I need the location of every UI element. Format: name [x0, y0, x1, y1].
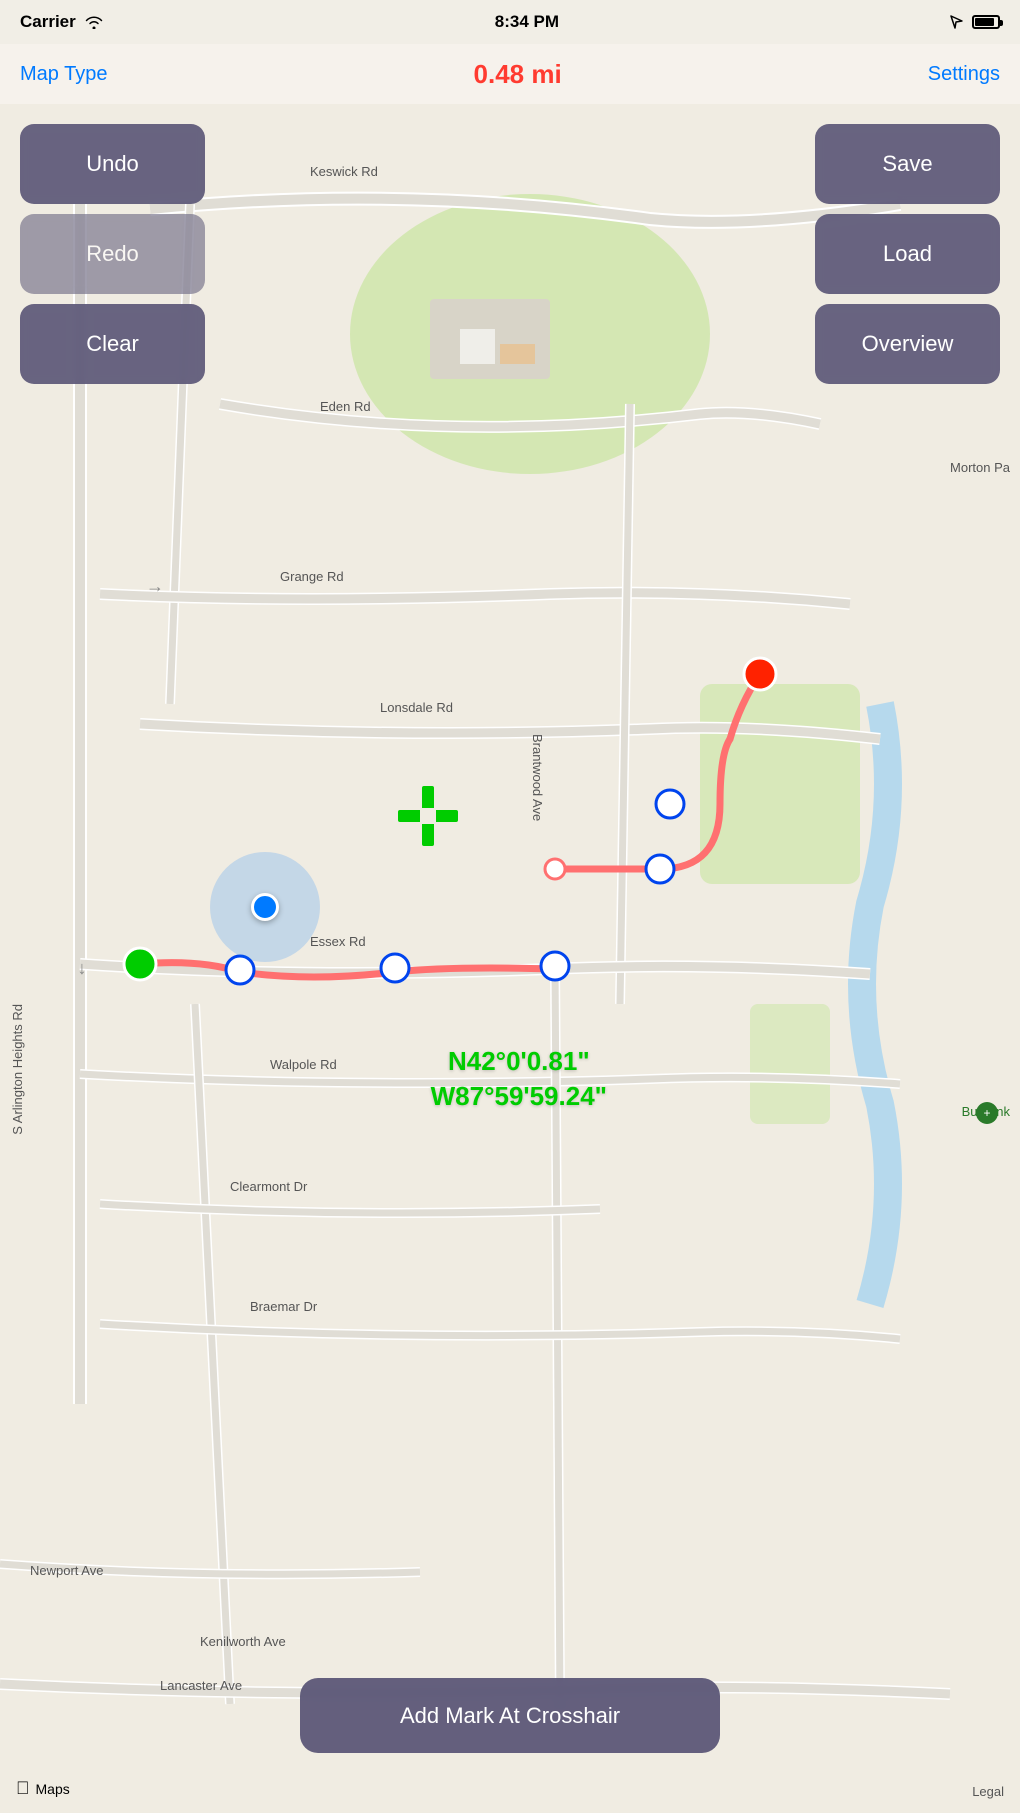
street-arlington: S Arlington Heights Rd [10, 1004, 25, 1135]
maps-label: Maps [36, 1781, 70, 1797]
longitude-display: W87°59'59.24" [431, 1079, 607, 1114]
time-display: 8:34 PM [495, 12, 559, 32]
location-arrow-icon [950, 15, 964, 29]
street-keswick: Keswick Rd [310, 164, 378, 179]
status-left: Carrier [20, 12, 104, 32]
street-braemar: Braemar Dr [250, 1299, 317, 1314]
street-clearmont: Clearmont Dr [230, 1179, 307, 1194]
distance-display: 0.48 mi [474, 59, 562, 90]
street-lancaster: Lancaster Ave [160, 1678, 242, 1693]
street-lonsdale: Lonsdale Rd [380, 700, 453, 715]
wifi-icon [84, 15, 104, 29]
apple-icon:  [16, 1778, 30, 1799]
street-walpole: Walpole Rd [270, 1057, 337, 1072]
crosshair [398, 786, 458, 846]
add-mark-button[interactable]: Add Mark At Crosshair [300, 1678, 720, 1753]
street-kenilworth: Kenilworth Ave [200, 1634, 286, 1649]
overview-button[interactable]: Overview [815, 304, 1000, 384]
clear-button[interactable]: Clear [20, 304, 205, 384]
map-container[interactable]: → ↓ Keswick Rd Eden Rd Grange Rd Lonsdal [0, 104, 1020, 1813]
status-right [950, 15, 1000, 29]
crosshair-gap-v [421, 808, 435, 824]
legal-link[interactable]: Legal [972, 1784, 1004, 1799]
street-brantwood: Brantwood Ave [530, 734, 545, 821]
map-type-button[interactable]: Map Type [20, 63, 107, 86]
carrier-label: Carrier [20, 12, 76, 32]
street-mortonpa: Morton Pa [950, 460, 1010, 475]
nav-bar: Map Type 0.48 mi Settings [0, 44, 1020, 104]
burbank-icon: + [976, 1102, 998, 1124]
load-button[interactable]: Load [815, 214, 1000, 294]
street-essex: Essex Rd [310, 934, 366, 949]
settings-button[interactable]: Settings [928, 63, 1000, 86]
status-bar: Carrier 8:34 PM [0, 0, 1020, 44]
location-dot [251, 893, 279, 921]
coordinates-display: N42°0'0.81" W87°59'59.24" [431, 1044, 607, 1114]
latitude-display: N42°0'0.81" [431, 1044, 607, 1079]
undo-button[interactable]: Undo [20, 124, 205, 204]
street-eden: Eden Rd [320, 399, 371, 414]
save-button[interactable]: Save [815, 124, 1000, 204]
battery-icon [972, 15, 1000, 29]
redo-button[interactable]: Redo [20, 214, 205, 294]
maps-logo:  Maps [16, 1778, 70, 1799]
street-newport: Newport Ave [30, 1563, 103, 1578]
street-grange: Grange Rd [280, 569, 344, 584]
